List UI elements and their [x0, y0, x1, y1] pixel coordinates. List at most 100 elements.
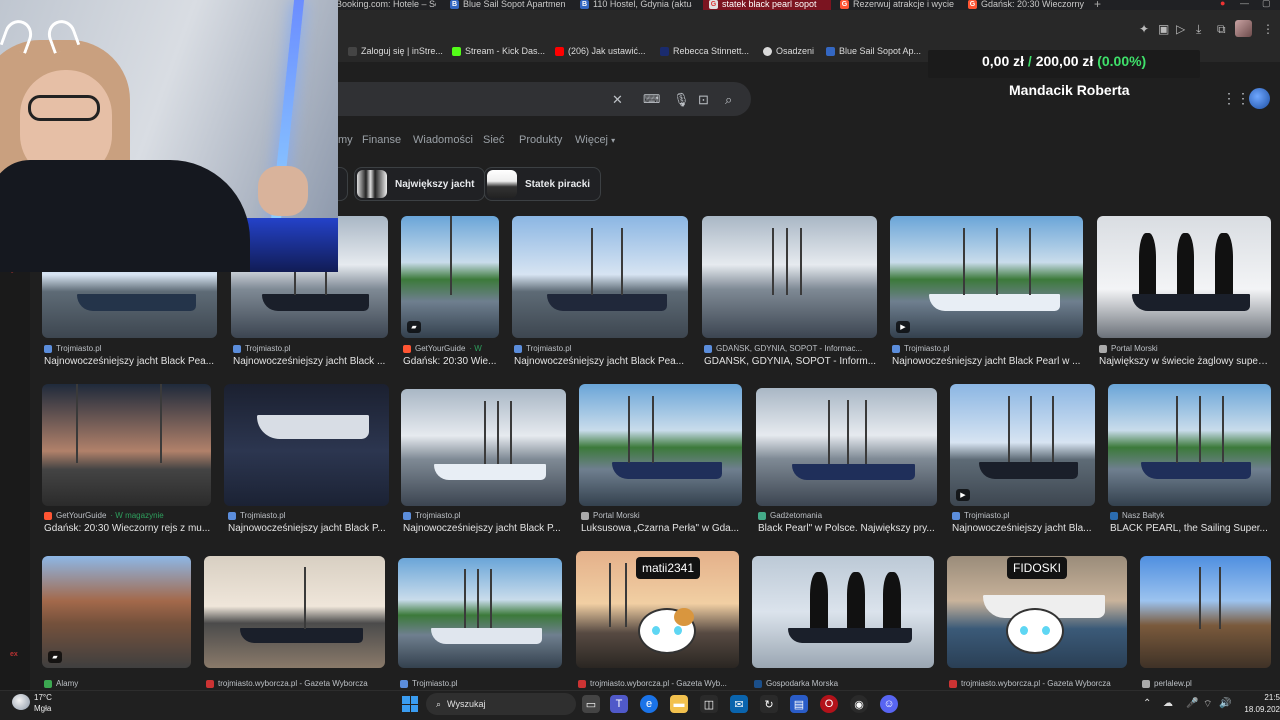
result-image[interactable]: ▰ — [42, 556, 191, 668]
result-image[interactable] — [1140, 556, 1271, 668]
result-image[interactable] — [579, 384, 742, 506]
tab-search-active[interactable]: G statek black pearl sopot — [703, 0, 831, 10]
bookmark-item[interactable]: Rebecca Stinnett... — [660, 46, 749, 56]
result-image[interactable] — [224, 384, 389, 506]
result-source[interactable]: Alamy — [44, 679, 78, 688]
discord-icon[interactable]: ☺ — [880, 695, 898, 713]
result-image[interactable]: ▶ — [950, 384, 1095, 506]
result-image[interactable] — [756, 388, 937, 506]
bookmark-item[interactable]: Zaloguj się | inStre... — [348, 46, 443, 56]
result-source[interactable]: Trojmiasto.pl — [400, 679, 458, 688]
result-image[interactable] — [204, 556, 385, 668]
chip-statek-piracki[interactable]: Statek piracki — [484, 167, 602, 201]
result-source[interactable]: GetYourGuide · W — [403, 344, 482, 353]
result-title[interactable]: GDAŃSK, GDYNIA, SOPOT - Inform... — [704, 356, 877, 367]
result-source[interactable]: GDAŃSK, GDYNIA, SOPOT - Informac... — [704, 344, 877, 353]
result-source[interactable]: Trojmiasto.pl — [233, 344, 291, 353]
taskbar-search[interactable]: ⌕ Wyszukaj — [426, 693, 576, 715]
obs-icon[interactable]: ◉ — [850, 695, 868, 713]
weather-temperature[interactable]: 17°C — [34, 693, 52, 702]
bookmark-item[interactable]: Stream - Kick Das... — [452, 46, 545, 56]
result-source[interactable]: Trojmiasto.pl — [44, 344, 102, 353]
result-source[interactable]: Portal Morski — [581, 511, 640, 520]
result-title[interactable]: Największy w świecie żaglowy superj... — [1099, 356, 1271, 367]
chip-najwiekszy-jacht[interactable]: Największy jacht — [354, 167, 486, 201]
result-source[interactable]: Trojmiasto.pl — [892, 344, 950, 353]
result-image[interactable] — [1097, 216, 1271, 338]
task-view-icon[interactable]: ▭ — [582, 695, 600, 713]
bookmark-item[interactable]: (206) Jak ustawić... — [555, 46, 646, 56]
result-source[interactable]: Trojmiasto.pl — [403, 511, 461, 520]
microphone-icon[interactable]: 🎤 — [1186, 698, 1198, 709]
result-title[interactable]: Black Pearl" w Polsce. Największy pry... — [758, 523, 937, 534]
bookmark-item[interactable]: Blue Sail Sopot Ap... — [826, 46, 921, 56]
result-image[interactable] — [42, 384, 211, 506]
bookmark-item[interactable]: Osadzeni — [763, 46, 814, 56]
result-source[interactable]: Gospodarka Morska — [754, 679, 838, 688]
tab-finanse[interactable]: Finanse — [362, 134, 401, 146]
tab-siec[interactable]: Sieć — [483, 134, 504, 146]
result-title[interactable]: Luksusowa „Czarna Perła" w Gda... — [581, 523, 742, 534]
result-image[interactable] — [752, 556, 934, 668]
volume-icon[interactable]: 🔊 — [1219, 698, 1231, 709]
result-image[interactable]: ▶ — [890, 216, 1083, 338]
tab-gdansk[interactable]: G Gdańsk: 20:30 Wieczorny — [968, 0, 1088, 10]
result-title[interactable]: Najnowocześniejszy jacht Black Pearl w .… — [892, 356, 1083, 367]
result-source[interactable]: GetYourGuide · W magazynie — [44, 511, 164, 520]
result-source[interactable]: trojmiasto.wyborcza.pl - Gazeta Wyborcza — [206, 679, 368, 688]
weather-fog-icon[interactable] — [12, 694, 30, 710]
screenshot-icon[interactable]: ▣ — [1158, 22, 1169, 36]
media-play-icon[interactable]: ▷ — [1176, 22, 1185, 36]
tab-wiecej[interactable]: Więcej ▾ — [575, 134, 615, 146]
teams-icon[interactable]: T — [610, 695, 628, 713]
opera-gx-icon[interactable]: O — [820, 695, 838, 713]
result-source[interactable]: trojmiasto.wyborcza.pl - Gazeta Wyb... — [578, 679, 727, 688]
result-title[interactable]: Najnowocześniejszy jacht Black ... — [233, 356, 388, 367]
maximize-icon[interactable]: ▢ — [1262, 0, 1271, 9]
cloud-icon[interactable]: ☁ — [1163, 698, 1173, 709]
app-icon[interactable]: ↻ — [760, 695, 778, 713]
result-source[interactable]: Gadżetomania — [758, 511, 822, 520]
result-source[interactable]: trojmiasto.wyborcza.pl - Gazeta Wyborcza — [949, 679, 1111, 688]
result-title[interactable]: Najnowocześniejszy jacht Black P... — [228, 523, 388, 534]
result-title[interactable]: Najnowocześniejszy jacht Black Pea... — [44, 356, 216, 367]
tab-blue-sail[interactable]: B Blue Sail Sopot Apartmen — [450, 0, 568, 10]
result-source[interactable]: Nasz Bałtyk — [1110, 511, 1164, 520]
file-explorer-icon[interactable]: ▬ — [670, 695, 688, 713]
extensions-icon[interactable]: ⧉ — [1217, 22, 1226, 37]
minimize-icon[interactable]: — — [1240, 0, 1249, 8]
windows-start-icon[interactable] — [402, 696, 418, 712]
tab-rezerwuj[interactable]: G Rezerwuj atrakcje i wycie — [840, 0, 956, 10]
bookmark-star-icon[interactable]: ✦ — [1139, 22, 1149, 36]
tab-my[interactable]: my — [338, 134, 353, 146]
result-title[interactable]: Najnowocześniejszy jacht Black Pea... — [514, 356, 688, 367]
result-image[interactable] — [398, 558, 562, 668]
app-icon[interactable]: ▤ — [790, 695, 808, 713]
tray-chevron-up-icon[interactable]: ⌃ — [1143, 698, 1151, 709]
tab-hostel[interactable]: B 110 Hostel, Gdynia (aktua — [580, 0, 692, 10]
mail-icon[interactable]: ✉ — [730, 695, 748, 713]
taskbar-clock[interactable]: 21:5 18.09.202 — [1240, 692, 1280, 716]
result-source[interactable]: Trojmiasto.pl — [952, 511, 1010, 520]
tab-booking[interactable]: Booking.com: Hotele – Se — [336, 0, 436, 10]
weather-description[interactable]: Mgła — [34, 704, 51, 713]
result-source[interactable]: perlalew.pl — [1142, 679, 1192, 688]
result-image[interactable] — [512, 216, 688, 338]
result-image[interactable] — [1108, 384, 1271, 506]
result-title[interactable]: Gdańsk: 20:30 Wieczorny rejs z mu... — [44, 523, 211, 534]
camera-search-icon[interactable]: ⊡ — [698, 92, 709, 108]
clear-icon[interactable]: ✕ — [612, 92, 623, 108]
tab-produkty[interactable]: Produkty — [519, 134, 562, 146]
apps-grid-icon[interactable]: ⋮⋮ — [1222, 90, 1250, 107]
account-avatar[interactable] — [1249, 88, 1270, 109]
result-image[interactable]: ▰ — [401, 216, 499, 338]
microphone-icon[interactable]: 🎙 — [673, 92, 690, 108]
result-image[interactable] — [702, 216, 877, 338]
keyboard-icon[interactable]: ⌨ — [643, 92, 660, 106]
result-source[interactable]: Trojmiasto.pl — [228, 511, 286, 520]
result-source[interactable]: Portal Morski — [1099, 344, 1158, 353]
download-icon[interactable]: ⤓ — [1196, 22, 1201, 37]
edge-icon[interactable]: e — [640, 695, 658, 713]
menu-dots-icon[interactable]: ⋮ — [1262, 22, 1274, 36]
result-title[interactable]: Najnowocześniejszy jacht Bla... — [952, 523, 1095, 534]
